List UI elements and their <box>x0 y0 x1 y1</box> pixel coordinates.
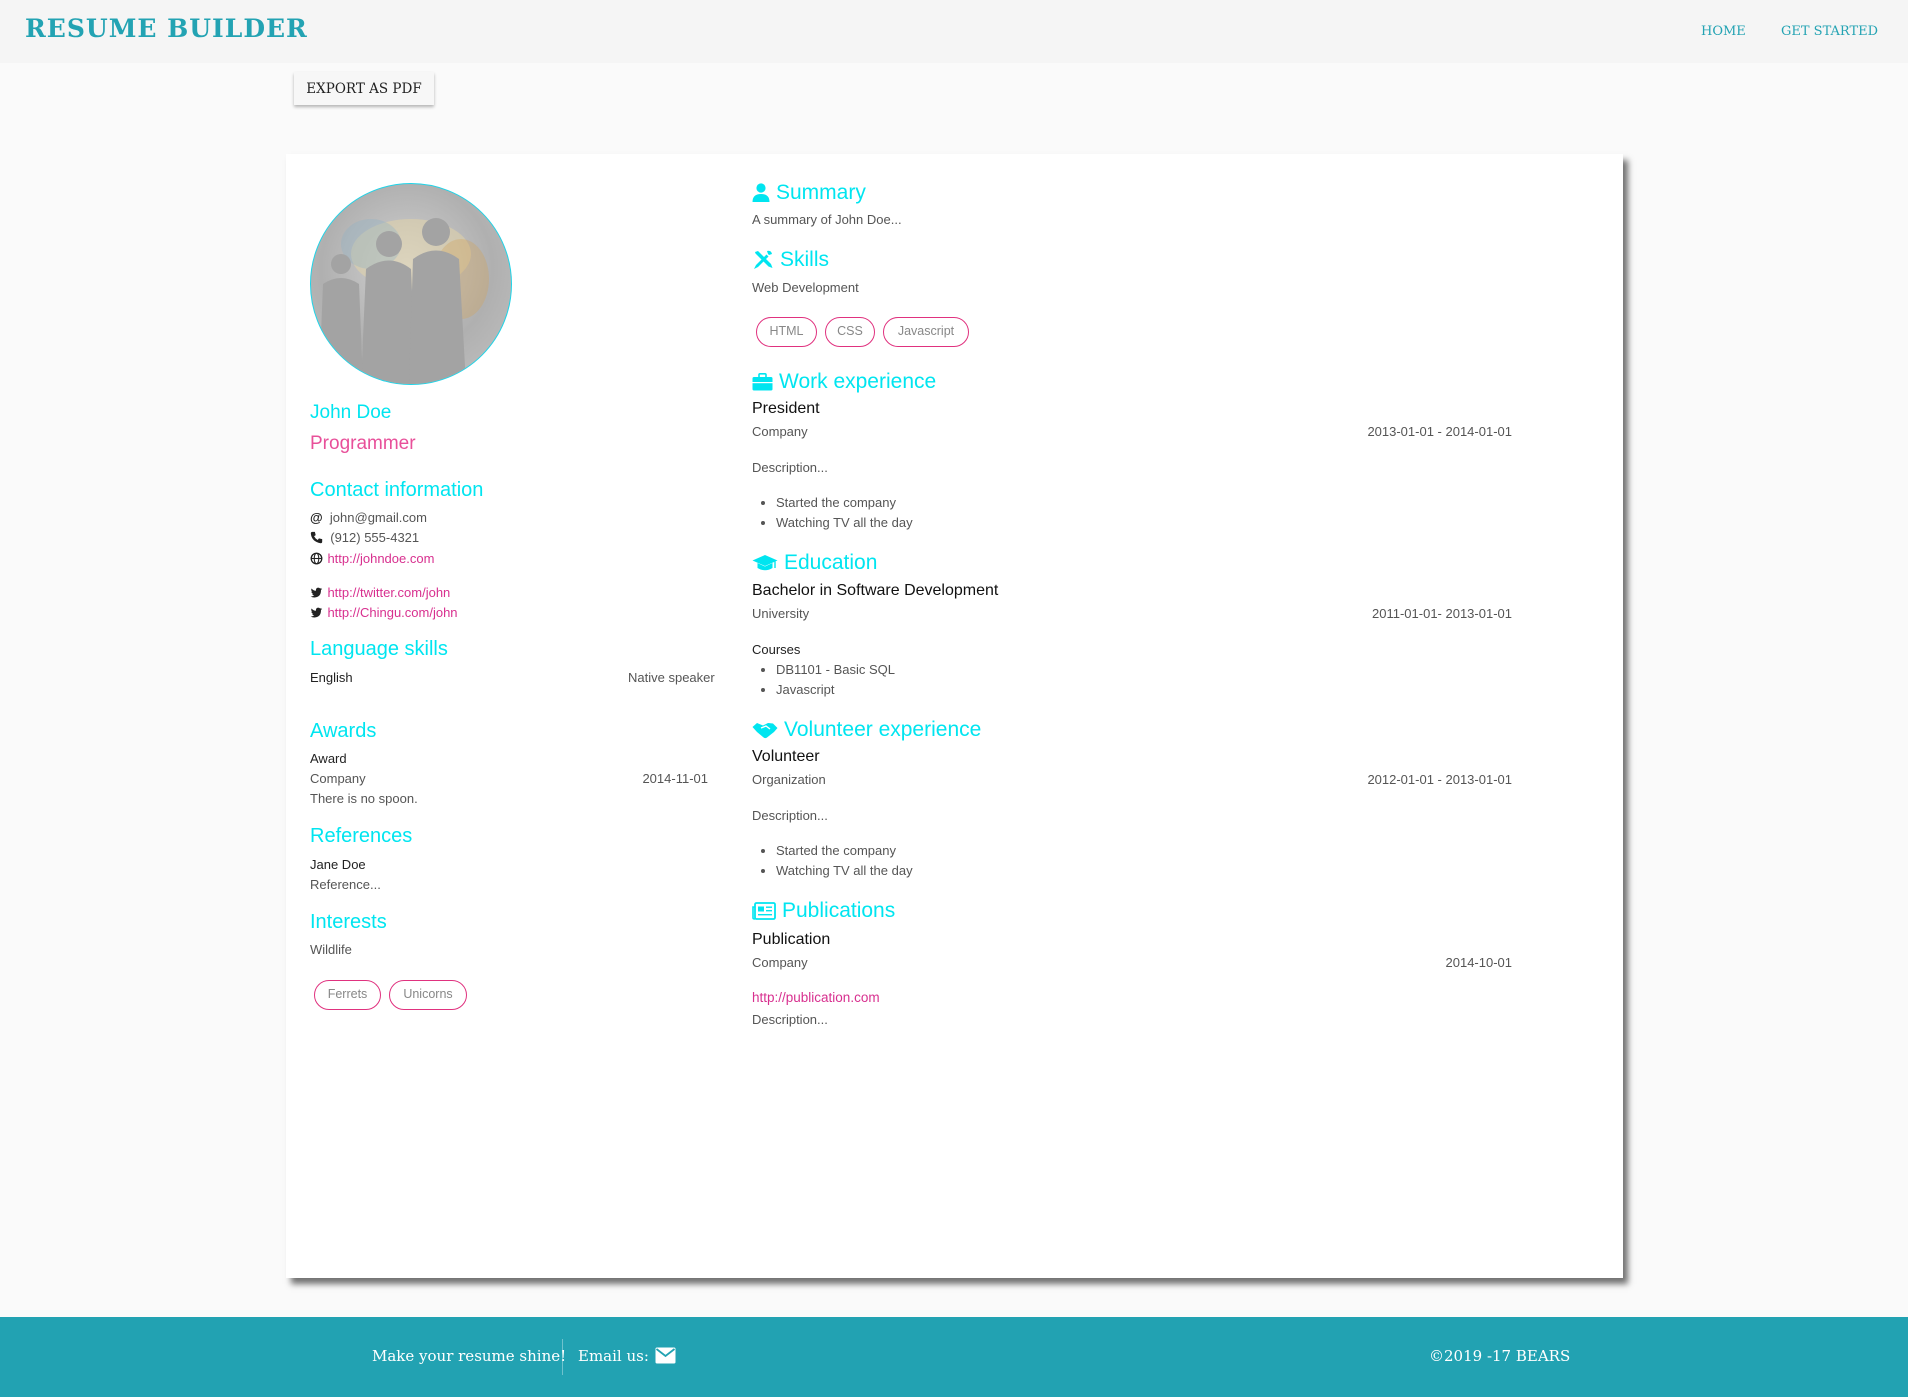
skill-chip-css[interactable]: CSS <box>825 317 875 347</box>
reference-text: Reference... <box>310 877 381 892</box>
work-heading-text: Work experience <box>779 370 937 393</box>
award-title: Award <box>310 751 347 766</box>
nav-get-started-link[interactable]: GET STARTED <box>1781 24 1878 39</box>
twitter-link[interactable]: http://twitter.com/john <box>327 585 450 600</box>
at-icon: @ <box>310 510 323 525</box>
phone-icon <box>310 531 323 544</box>
interests-heading: Interests <box>310 911 387 933</box>
education-heading-text: Education <box>784 551 878 574</box>
publication-link[interactable]: http://publication.com <box>752 990 880 1005</box>
newspaper-icon <box>752 902 776 920</box>
footer-email-label: Email us: <box>578 1347 649 1365</box>
graduation-cap-icon <box>752 555 778 571</box>
contact-email: @ john@gmail.com <box>310 510 427 525</box>
work-highlights: Started the company Watching TV all the … <box>752 493 913 533</box>
contact-phone: (912) 555-4321 <box>310 530 419 545</box>
award-date: 2014-11-01 <box>642 771 708 786</box>
resume-name: John Doe <box>310 402 392 423</box>
interest-name: Wildlife <box>310 942 352 957</box>
globe-icon <box>310 552 323 565</box>
website-link[interactable]: http://johndoe.com <box>327 551 434 566</box>
work-position: President <box>752 400 820 417</box>
work-summary: Description... <box>752 460 828 475</box>
contact-email-text: john@gmail.com <box>329 510 427 525</box>
language-fluency: Native speaker <box>628 670 715 685</box>
nav-home-link[interactable]: HOME <box>1701 24 1746 39</box>
references-heading: References <box>310 825 413 847</box>
list-item: DB1101 - Basic SQL <box>776 660 895 680</box>
publication-summary: Description... <box>752 1012 828 1027</box>
envelope-icon[interactable] <box>655 1347 676 1364</box>
volunteer-highlights: Started the company Watching TV all the … <box>752 841 913 881</box>
education-institution: University <box>752 606 810 621</box>
navbar: RESUME BUILDER HOME GET STARTED <box>0 0 1908 63</box>
award-awarder: Company <box>310 771 366 786</box>
education-heading: Education <box>752 551 877 575</box>
footer-divider <box>562 1339 563 1375</box>
language-name: English <box>310 670 353 685</box>
profile-twitter: http://twitter.com/john <box>310 584 450 602</box>
skills-heading: Skills <box>752 248 829 272</box>
skill-chip-html[interactable]: HTML <box>756 317 817 347</box>
publications-heading: Publications <box>752 899 895 923</box>
user-icon <box>752 183 770 202</box>
work-heading: Work experience <box>752 370 936 394</box>
work-dates: 2013-01-01 - 2014-01-01 <box>1367 424 1512 439</box>
courses-label: Courses <box>752 642 801 657</box>
footer-copyright: ©2019 -17 BEARS <box>1429 1347 1571 1365</box>
list-item: Watching TV all the day <box>776 861 913 881</box>
summary-heading: Summary <box>752 181 866 205</box>
contact-website: http://johndoe.com <box>310 550 434 568</box>
skill-name: Web Development <box>752 280 859 295</box>
resume-role: Programmer <box>310 433 416 454</box>
volunteer-organization: Organization <box>752 772 826 787</box>
volunteer-summary: Description... <box>752 808 828 823</box>
award-summary: There is no spoon. <box>310 791 418 806</box>
languages-heading: Language skills <box>310 638 448 660</box>
twitter-icon <box>310 587 323 598</box>
courses-list: DB1101 - Basic SQL Javascript <box>752 660 895 700</box>
education-dates: 2011-01-01- 2013-01-01 <box>1372 606 1512 621</box>
interest-chip-ferrets[interactable]: Ferrets <box>314 980 381 1010</box>
volunteer-heading-text: Volunteer experience <box>784 718 982 741</box>
list-item: Watching TV all the day <box>776 513 913 533</box>
volunteer-position: Volunteer <box>752 748 820 765</box>
chingu-link[interactable]: http://Chingu.com/john <box>327 605 457 620</box>
list-item: Started the company <box>776 841 913 861</box>
interest-chip-unicorns[interactable]: Unicorns <box>389 980 467 1010</box>
footer: Make your resume shine! Email us: ©2019 … <box>0 1317 1908 1397</box>
profile-chingu: http://Chingu.com/john <box>310 604 458 622</box>
footer-tagline: Make your resume shine! <box>372 1347 567 1365</box>
volunteer-heading: Volunteer experience <box>752 718 981 742</box>
publication-name: Publication <box>752 931 831 948</box>
list-item: Started the company <box>776 493 913 513</box>
publication-publisher: Company <box>752 955 808 970</box>
skill-chip-javascript[interactable]: Javascript <box>883 317 969 347</box>
education-degree: Bachelor in Software Development <box>752 582 999 599</box>
twitter-icon <box>310 607 323 618</box>
profile-photo <box>310 183 512 385</box>
resume-page: John Doe Programmer Contact information … <box>286 154 1623 1278</box>
list-item: Javascript <box>776 680 895 700</box>
summary-text: A summary of John Doe... <box>752 212 902 227</box>
contact-heading: Contact information <box>310 479 484 501</box>
skills-heading-text: Skills <box>780 248 830 271</box>
summary-heading-text: Summary <box>776 181 866 204</box>
reference-name: Jane Doe <box>310 857 366 872</box>
work-company: Company <box>752 424 808 439</box>
export-pdf-button[interactable]: EXPORT AS PDF <box>294 72 434 105</box>
volunteer-dates: 2012-01-01 - 2013-01-01 <box>1367 772 1512 787</box>
publications-heading-text: Publications <box>782 899 896 922</box>
handshake-icon <box>752 723 778 739</box>
publication-date: 2014-10-01 <box>1445 955 1513 970</box>
tools-icon <box>754 250 773 269</box>
briefcase-icon <box>752 373 773 391</box>
awards-heading: Awards <box>310 720 377 742</box>
brand-logo[interactable]: RESUME BUILDER <box>25 14 308 43</box>
contact-phone-text: (912) 555-4321 <box>330 530 420 545</box>
